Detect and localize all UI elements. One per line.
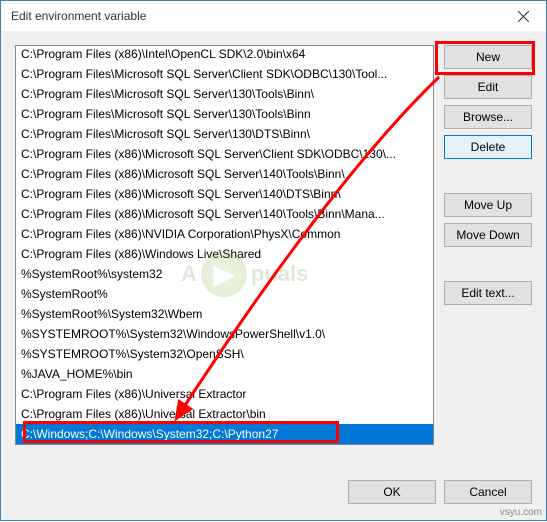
dialog-window: Edit environment variable C:\Program Fil…	[0, 0, 547, 521]
dialog-content: C:\Program Files (x86)\Intel\OpenCL SDK\…	[1, 31, 546, 468]
list-item[interactable]: C:\Program Files\Microsoft SQL Server\Cl…	[16, 64, 433, 84]
spacer	[444, 165, 532, 187]
edit-text-button[interactable]: Edit text...	[444, 281, 532, 305]
edit-button[interactable]: Edit	[444, 75, 532, 99]
move-down-button[interactable]: Move Down	[444, 223, 532, 247]
move-up-button[interactable]: Move Up	[444, 193, 532, 217]
list-item[interactable]: C:\Program Files (x86)\NVIDIA Corporatio…	[16, 224, 433, 244]
new-button[interactable]: New	[444, 45, 532, 69]
list-item[interactable]: %SystemRoot%	[16, 284, 433, 304]
titlebar: Edit environment variable	[1, 1, 546, 31]
list-item[interactable]: C:\Program Files (x86)\Microsoft SQL Ser…	[16, 204, 433, 224]
list-item[interactable]: C:\Program Files (x86)\Microsoft SQL Ser…	[16, 144, 433, 164]
list-item[interactable]: C:\Program Files (x86)\Microsoft SQL Ser…	[16, 184, 433, 204]
list-item[interactable]: C:\Program Files\Microsoft SQL Server\13…	[16, 104, 433, 124]
list-item[interactable]: %SYSTEMROOT%\System32\OpenSSH\	[16, 344, 433, 364]
list-item[interactable]: C:\Windows;C:\Windows\System32;C:\Python…	[16, 424, 433, 444]
delete-button[interactable]: Delete	[444, 135, 532, 159]
dialog-title: Edit environment variable	[11, 9, 146, 23]
browse-button[interactable]: Browse...	[444, 105, 532, 129]
list-item[interactable]: C:\Program Files (x86)\Universal Extract…	[16, 404, 433, 424]
list-item[interactable]: %SYSTEMROOT%\System32\WindowsPowerShell\…	[16, 324, 433, 344]
dialog-buttons: OK Cancel	[1, 468, 546, 520]
list-container: C:\Program Files (x86)\Intel\OpenCL SDK\…	[15, 45, 434, 458]
path-listbox[interactable]: C:\Program Files (x86)\Intel\OpenCL SDK\…	[15, 45, 434, 445]
close-icon	[518, 11, 529, 22]
list-item[interactable]: %SystemRoot%\System32\Wbem	[16, 304, 433, 324]
cancel-button[interactable]: Cancel	[444, 480, 532, 504]
source-label: vsyu.com	[500, 507, 542, 518]
list-item[interactable]: C:\Program Files\Microsoft SQL Server\13…	[16, 84, 433, 104]
list-item[interactable]: %JAVA_HOME%\bin	[16, 364, 433, 384]
button-column: New Edit Browse... Delete Move Up Move D…	[444, 45, 532, 458]
list-item[interactable]: C:\Program Files\Microsoft SQL Server\13…	[16, 124, 433, 144]
spacer	[444, 253, 532, 275]
list-item[interactable]: C:\Program Files (x86)\Microsoft SQL Ser…	[16, 164, 433, 184]
list-item[interactable]: C:\Program Files (x86)\Universal Extract…	[16, 384, 433, 404]
ok-button[interactable]: OK	[348, 480, 436, 504]
list-item[interactable]: %SystemRoot%\system32	[16, 264, 433, 284]
close-button[interactable]	[501, 1, 546, 31]
list-item[interactable]: C:\Program Files (x86)\Intel\OpenCL SDK\…	[16, 45, 433, 64]
list-item[interactable]: C:\Program Files (x86)\Windows Live\Shar…	[16, 244, 433, 264]
